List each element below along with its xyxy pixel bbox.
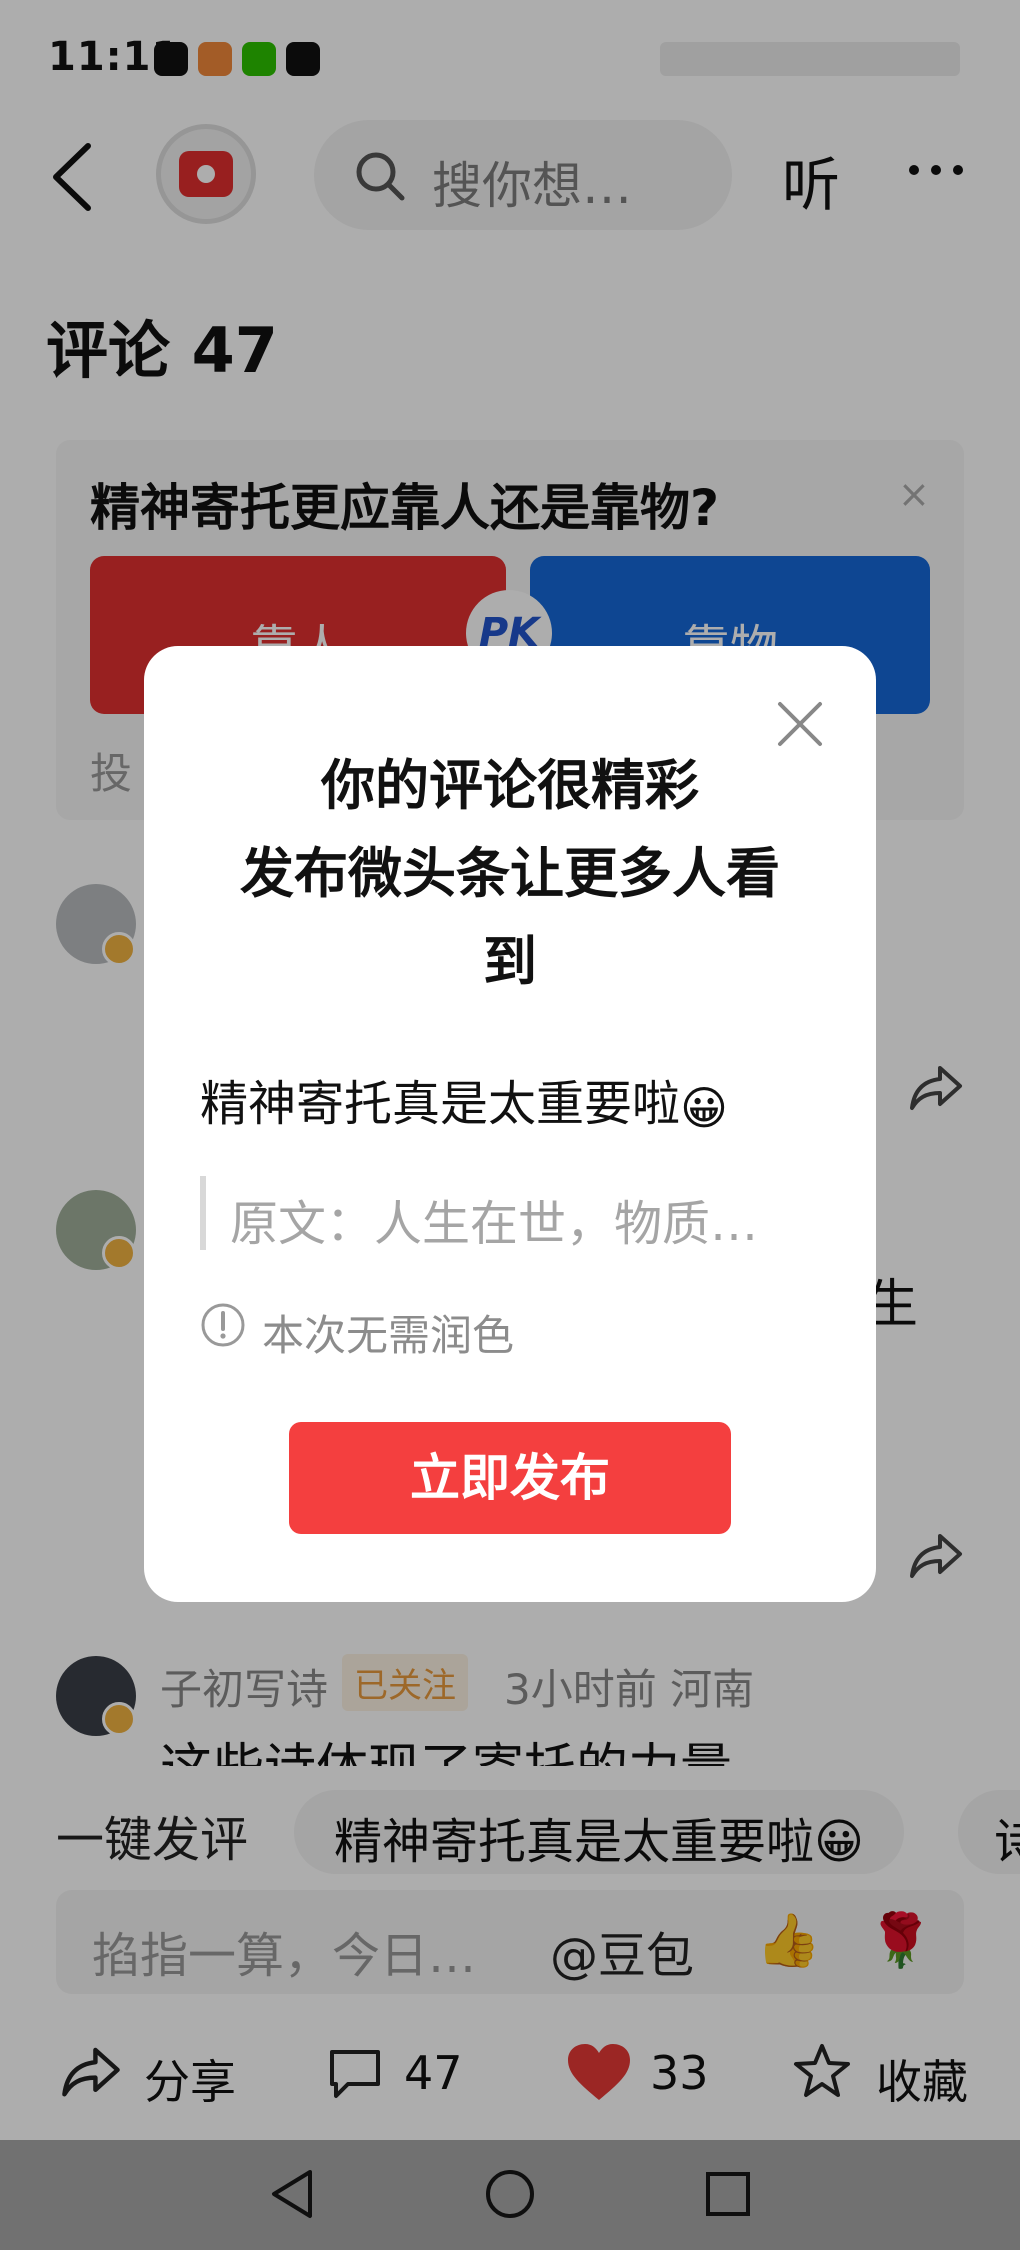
info-icon <box>201 1303 245 1347</box>
dialog-title: 你的评论很精彩 发布微头条让更多人看 到 <box>204 742 816 1006</box>
dialog-title-line1: 你的评论很精彩 <box>321 754 699 817</box>
dialog-title-line2: 发布微头条让更多人看 <box>240 842 780 905</box>
generated-comment-text: 精神寄托真是太重要啦 <box>200 1076 681 1132</box>
publish-dialog: 你的评论很精彩 发布微头条让更多人看 到 精神寄托真是太重要啦😀 原文：人生在世… <box>144 646 876 1602</box>
publish-now-button[interactable]: 立即发布 <box>289 1422 731 1534</box>
quote-bar <box>200 1176 206 1250</box>
polish-info-text: 本次无需润色 <box>262 1311 515 1360</box>
dialog-title-line3: 到 <box>483 930 537 993</box>
original-comment-quote: 原文：人生在世，物质… <box>230 1196 759 1252</box>
grinning-face-icon: 😀 <box>680 1081 728 1135</box>
generated-comment: 精神寄托真是太重要啦😀 <box>200 1064 728 1135</box>
modal-backdrop-nav <box>0 2140 1020 2250</box>
